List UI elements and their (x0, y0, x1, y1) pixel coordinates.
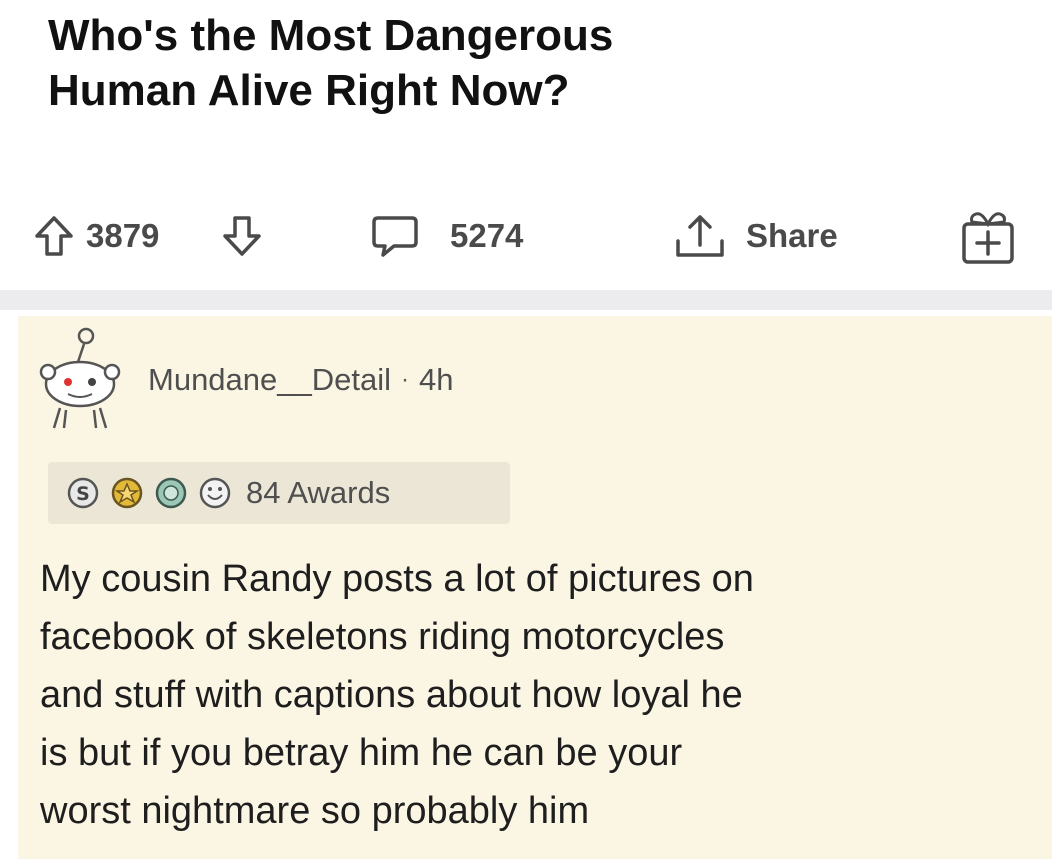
comment-count: 5274 (450, 217, 524, 254)
comment-line: and stuff with captions about how loyal … (40, 674, 743, 716)
wholesome-award-icon (199, 477, 231, 509)
section-divider (0, 290, 1052, 310)
comments-button[interactable]: 5274 (370, 200, 523, 272)
post-title-line: Human Alive Right Now? (48, 66, 570, 115)
meta-separator: · (401, 366, 410, 393)
comment-line: facebook of skeletons riding motorcycles (40, 616, 725, 658)
comment-line: My cousin Randy posts a lot of pictures … (40, 558, 754, 600)
upvote-arrow-icon (35, 216, 73, 256)
silver-award-icon: S (67, 477, 99, 509)
svg-text:S: S (76, 483, 90, 505)
post-title-line: Who's the Most Dangerous (48, 11, 614, 60)
comment-line: worst nightmare so probably him (40, 790, 590, 832)
comment-meta: Mundane__Detail · 4h (148, 362, 454, 398)
comment-body: My cousin Randy posts a lot of pictures … (40, 550, 1040, 840)
downvote-button[interactable] (222, 200, 262, 272)
add-award-gift-icon (962, 212, 1014, 264)
vote-count: 3879 (86, 200, 159, 272)
share-button[interactable]: Share (672, 200, 838, 272)
snoo-avatar-icon[interactable] (38, 324, 122, 432)
post-title[interactable]: Who's the Most Dangerous Human Alive Rig… (48, 8, 948, 118)
gold-award-icon (111, 477, 143, 509)
comment-username[interactable]: Mundane__Detail (148, 362, 391, 398)
share-label: Share (746, 217, 838, 254)
give-award-button[interactable] (960, 200, 1016, 272)
comment-timestamp: 4h (419, 362, 454, 397)
downvote-arrow-icon (223, 216, 261, 256)
upvote-count: 3879 (86, 217, 160, 254)
comment-line: is but if you betray him he can be your (40, 732, 683, 774)
awards-bar[interactable]: S 84 Awards (48, 462, 510, 524)
post-action-bar: 3879 5274 Share (0, 200, 1052, 272)
share-upload-icon (676, 215, 724, 257)
upvote-button[interactable] (34, 200, 74, 272)
helpful-award-icon (155, 477, 187, 509)
comment-bubble-icon (372, 216, 418, 257)
awards-count: 84 Awards (246, 475, 391, 510)
comment-card: Mundane__Detail · 4h S 84 Awards My cous… (18, 316, 1052, 859)
